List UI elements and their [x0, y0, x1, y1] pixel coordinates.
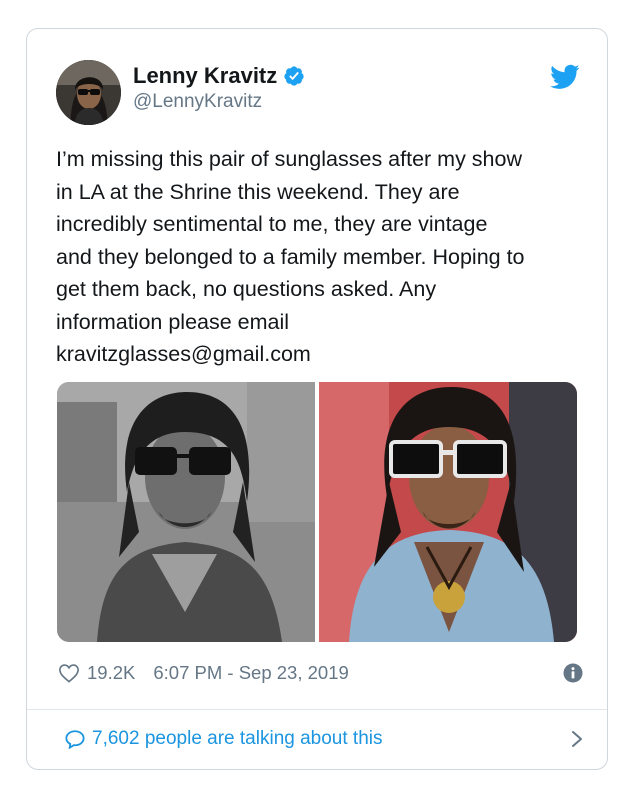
author-handle[interactable]: @LennyKravitz — [133, 91, 262, 113]
tweet-card: Lenny Kravitz @LennyKravitz I’m missing … — [26, 28, 608, 770]
photo-color[interactable] — [319, 382, 577, 642]
conversation-link[interactable]: 7,602 people are talking about this — [64, 722, 584, 756]
like-button[interactable]: 19.2K — [58, 662, 135, 684]
like-count[interactable]: 19.2K — [87, 662, 135, 684]
heart-icon[interactable] — [58, 663, 80, 683]
tweet-media[interactable] — [57, 382, 577, 642]
twitter-bird-icon[interactable] — [550, 64, 580, 90]
author-avatar[interactable] — [56, 60, 121, 125]
photo-black-and-white[interactable] — [57, 382, 315, 642]
chevron-right-icon[interactable] — [570, 730, 584, 748]
divider — [27, 709, 607, 710]
info-icon[interactable] — [563, 663, 583, 683]
author-name-text[interactable]: Lenny Kravitz — [133, 63, 277, 89]
tweet-meta: 19.2K 6:07 PM - Sep 23, 2019 — [58, 657, 583, 689]
tweet-text: I’m missing this pair of sunglasses afte… — [56, 147, 525, 366]
verified-badge-icon — [284, 66, 304, 86]
tweet-timestamp[interactable]: 6:07 PM - Sep 23, 2019 — [153, 662, 348, 684]
author-name[interactable]: Lenny Kravitz — [133, 63, 305, 89]
conversation-label[interactable]: 7,602 people are talking about this — [92, 728, 383, 750]
speech-bubble-icon — [65, 730, 85, 749]
